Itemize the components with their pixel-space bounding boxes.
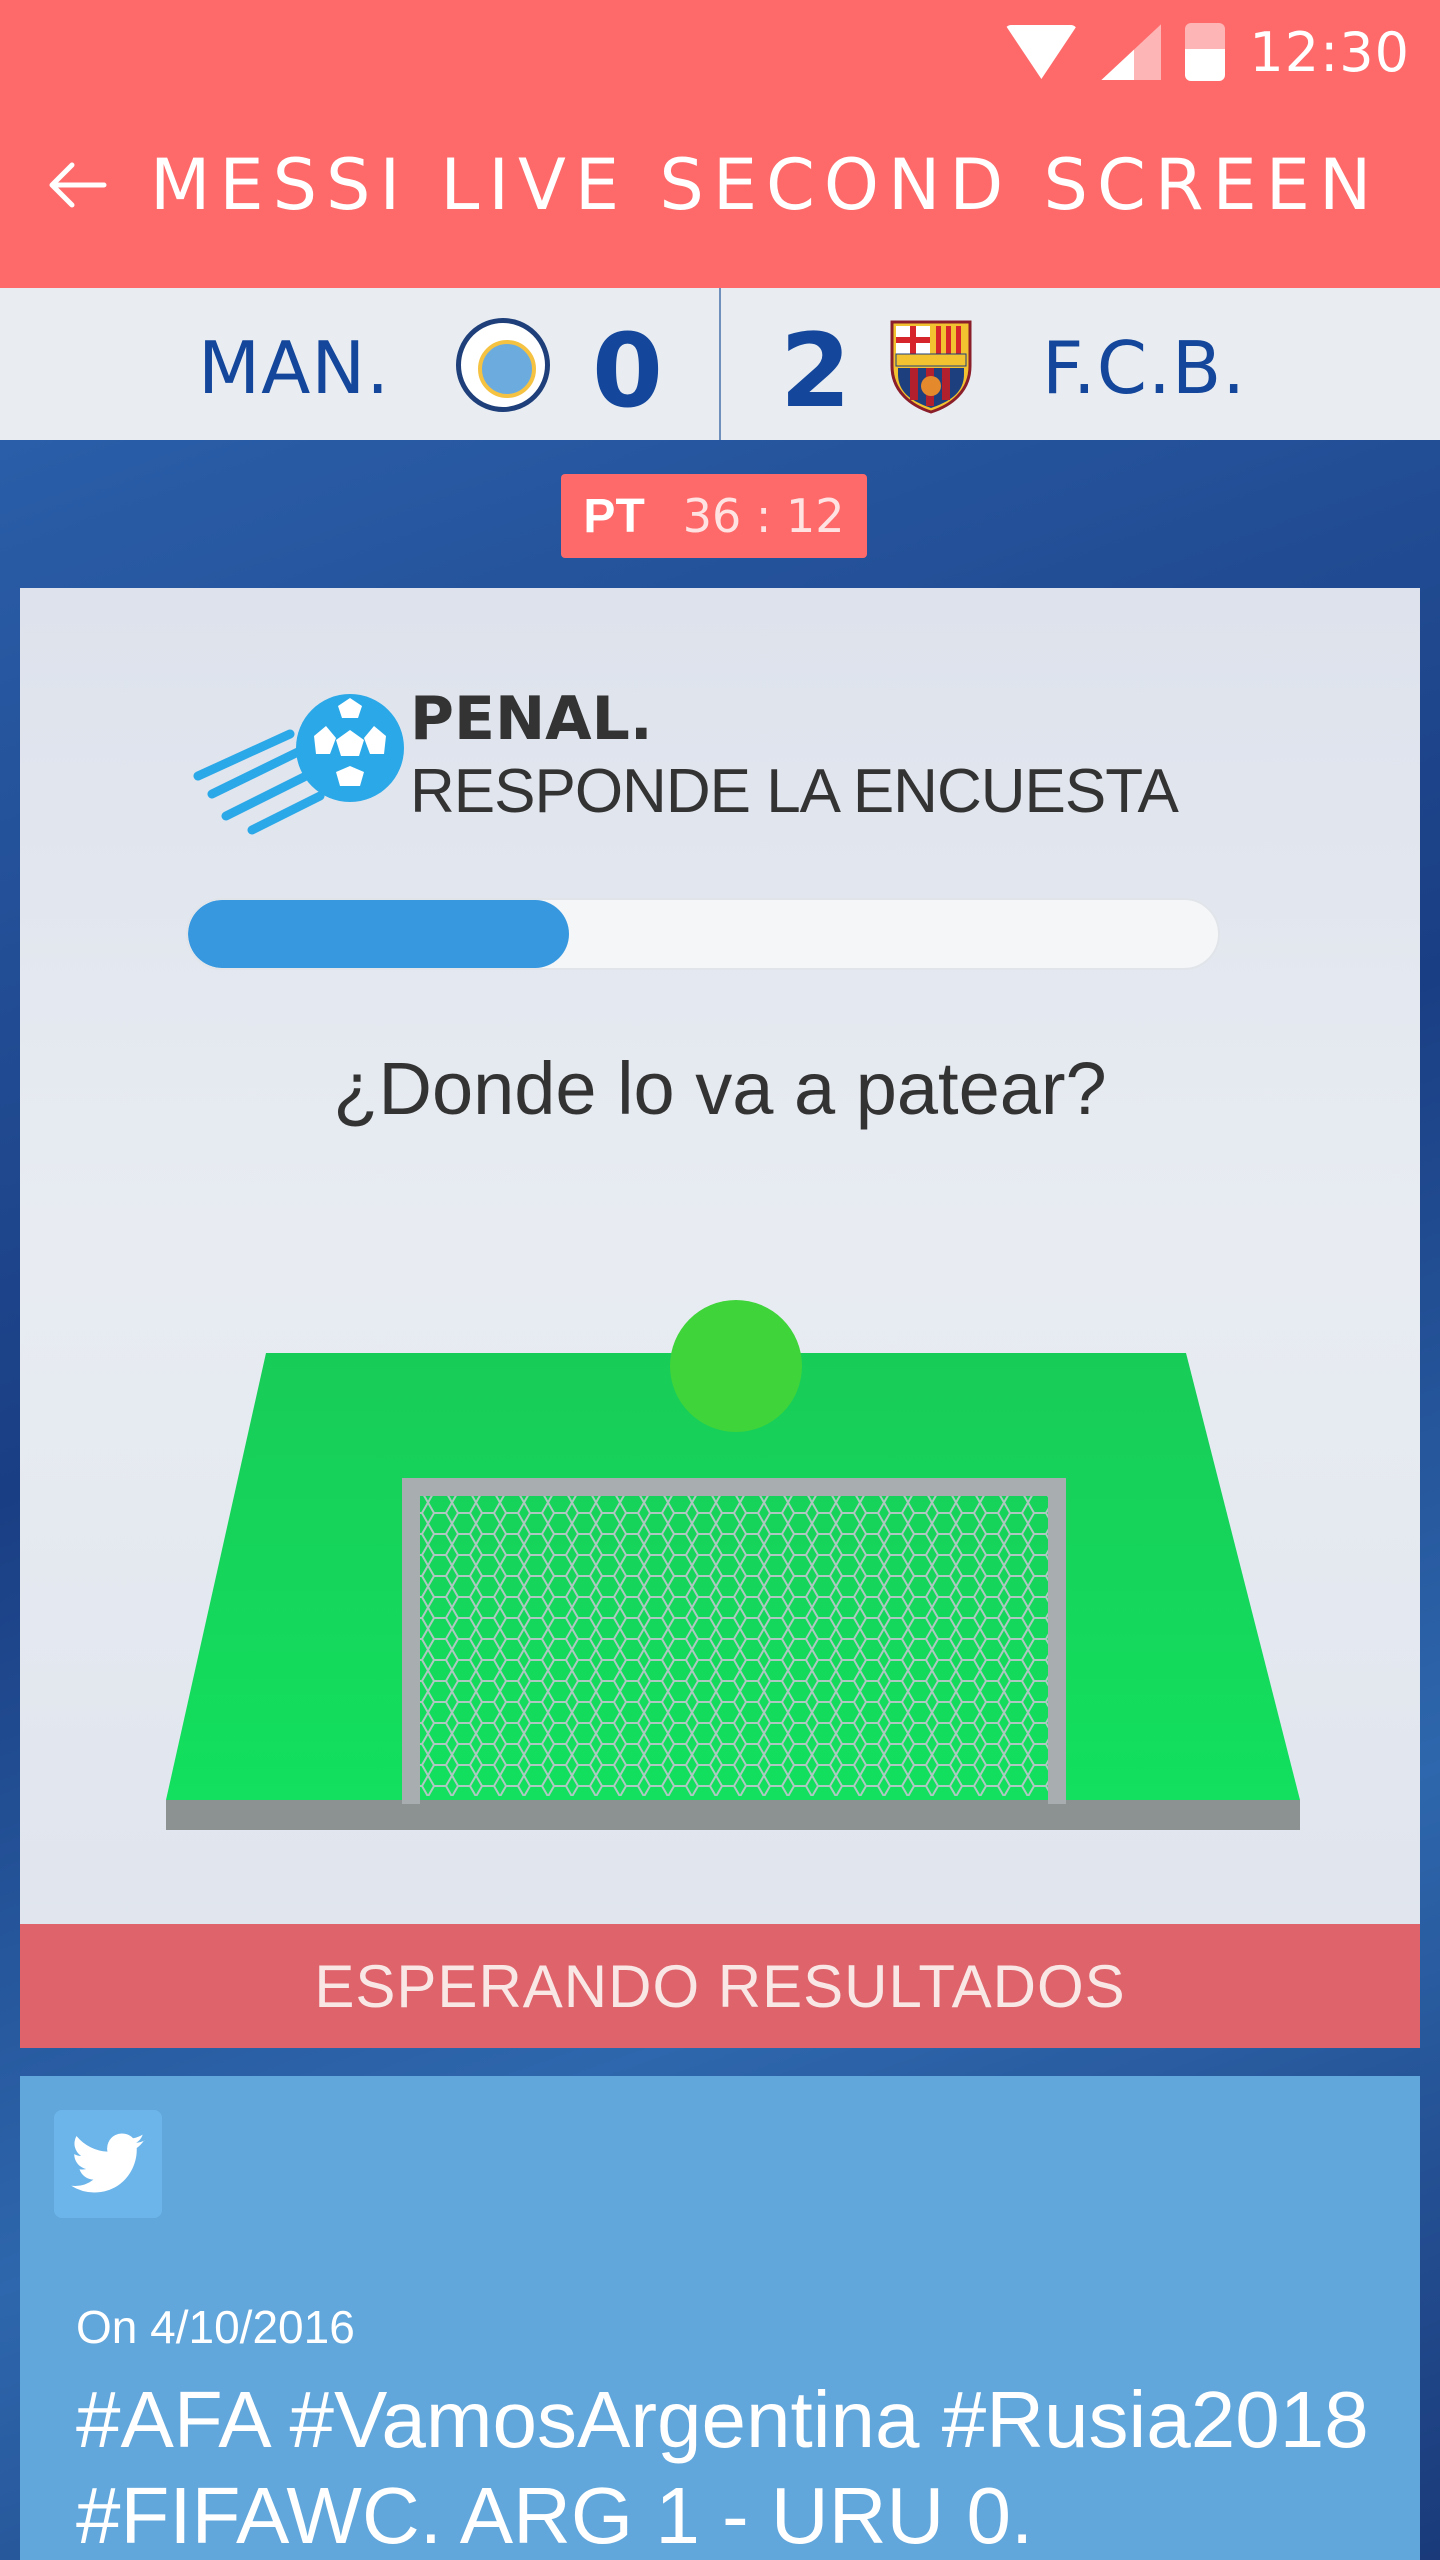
wifi-icon — [1005, 25, 1078, 79]
cell-signal-icon — [1101, 24, 1162, 80]
battery-icon — [1185, 23, 1226, 81]
tweet-card[interactable]: On 4/10/2016 #AFA #VamosArgentina #Rusia… — [20, 2076, 1420, 2560]
poll-card: PENAL. RESPONDE LA ENCUESTA ¿Donde lo va… — [20, 588, 1420, 2048]
arrow-back-icon[interactable] — [46, 153, 110, 217]
twitter-icon — [54, 2110, 162, 2218]
tweet-text: #AFA #VamosArgentina #Rusia2018 #FIFAWC.… — [76, 2375, 1369, 2560]
goal-target-area — [166, 1300, 1300, 1830]
status-time: 12:30 — [1249, 20, 1410, 84]
poll-question: ¿Donde lo va a patear? — [333, 1047, 1107, 1130]
waiting-results-banner: ESPERANDO RESULTADOS — [20, 1924, 1420, 2048]
poll-progress-fill — [188, 900, 570, 968]
toolbar: MESSI LIVE SECOND SCREEN — [46, 140, 1380, 230]
soccer-ball-icon — [193, 694, 404, 835]
status-bar: 12:30 — [1005, 18, 1410, 86]
fcb-crest-icon — [890, 320, 972, 414]
away-team-score: 2 — [780, 312, 851, 431]
poll-progress-bar — [186, 898, 1220, 970]
match-clock: 36 : 12 — [682, 489, 845, 543]
scoreboard: MAN. 0 2 F.C.B. — [0, 288, 1440, 440]
score-divider — [719, 288, 721, 440]
poll-title: PENAL. — [410, 684, 653, 754]
app-bar: 12:30 MESSI LIVE SECOND SCREEN — [0, 0, 1440, 288]
target-marker[interactable] — [670, 1300, 802, 1432]
man-city-crest-icon — [456, 318, 550, 412]
home-team-name: MAN. — [198, 326, 391, 410]
tweet-date: On 4/10/2016 — [76, 2301, 355, 2353]
goal-net[interactable] — [410, 1490, 1066, 1796]
page-title: MESSI LIVE SECOND SCREEN — [150, 144, 1381, 226]
poll-subtitle: RESPONDE LA ENCUESTA — [410, 757, 1179, 826]
home-team-score: 0 — [592, 312, 663, 431]
match-timer: PT 36 : 12 — [561, 474, 867, 558]
match-half: PT — [583, 489, 645, 543]
away-team-name: F.C.B. — [1042, 326, 1247, 410]
